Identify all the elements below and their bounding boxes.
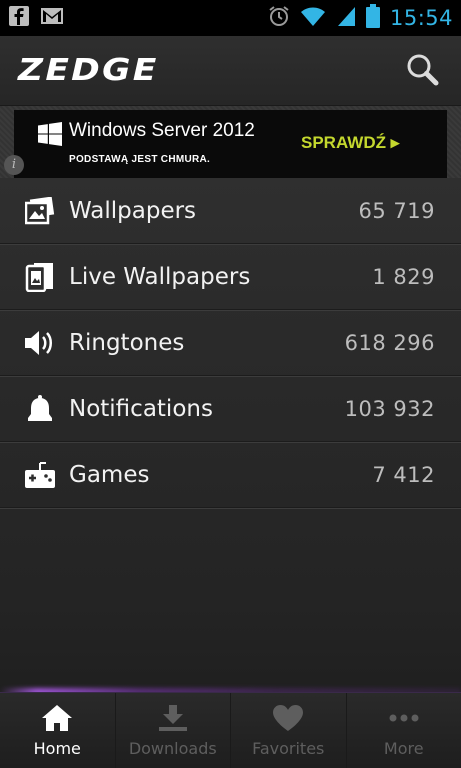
status-bar: 15:54 xyxy=(0,0,461,36)
category-label: Games xyxy=(69,461,150,488)
gamepad-icon xyxy=(24,459,56,491)
category-count: 1 829 xyxy=(372,264,435,289)
app-logo: ZEDGE xyxy=(18,53,159,88)
app-bar: ZEDGE xyxy=(0,36,461,106)
nav-label: Home xyxy=(33,739,81,758)
category-count: 65 719 xyxy=(358,198,435,223)
nav-home[interactable]: Home xyxy=(0,693,116,768)
ad-banner[interactable]: Windows Server 2012 PODSTAWĄ JEST CHMURA… xyxy=(14,110,447,178)
ad-subtitle: PODSTAWĄ JEST CHMURA. xyxy=(69,154,211,165)
status-right: 15:54 xyxy=(268,4,453,32)
category-label: Wallpapers xyxy=(69,197,197,224)
battery-icon xyxy=(365,4,380,32)
category-count: 103 932 xyxy=(344,396,435,421)
alarm-icon xyxy=(268,5,290,31)
category-row-ringtones[interactable]: Ringtones 618 296 xyxy=(0,310,461,376)
ad-cta-button[interactable]: SPRAWDŹ ▸ xyxy=(301,133,399,153)
nav-more[interactable]: More xyxy=(347,693,461,768)
gmail-icon xyxy=(40,6,64,30)
app-root: 15:54 ZEDGE Windows Server 2012 PODSTAWĄ… xyxy=(0,0,461,768)
ad-banner-area: Windows Server 2012 PODSTAWĄ JEST CHMURA… xyxy=(0,106,461,178)
speaker-icon xyxy=(24,327,56,359)
nav-label: Downloads xyxy=(128,739,217,758)
category-row-notifications[interactable]: Notifications 103 932 xyxy=(0,376,461,442)
category-label: Live Wallpapers xyxy=(69,263,251,290)
heart-icon xyxy=(272,703,304,733)
category-row-live-wallpapers[interactable]: Live Wallpapers 1 829 xyxy=(0,244,461,310)
wallpaper-icon xyxy=(24,195,56,227)
nav-favorites[interactable]: Favorites xyxy=(231,693,347,768)
nav-label: Favorites xyxy=(252,739,325,758)
home-icon xyxy=(41,703,73,733)
ad-info-icon[interactable]: i xyxy=(4,155,24,175)
wifi-icon xyxy=(300,5,326,31)
category-row-games[interactable]: Games 7 412 xyxy=(0,442,461,508)
category-row-wallpapers[interactable]: Wallpapers 65 719 xyxy=(0,178,461,244)
nav-label: More xyxy=(383,739,424,758)
category-list: Wallpapers 65 719 Live Wallpapers 1 829 … xyxy=(0,178,461,508)
windows-logo-icon xyxy=(38,122,62,150)
live-wallpaper-icon xyxy=(24,261,56,293)
category-label: Ringtones xyxy=(69,329,185,356)
bell-icon xyxy=(24,393,56,425)
search-icon[interactable] xyxy=(405,52,439,90)
bottom-nav: Home Downloads Favorites More xyxy=(0,692,461,768)
status-left xyxy=(8,5,64,31)
status-time: 15:54 xyxy=(389,6,453,30)
signal-icon xyxy=(336,5,356,31)
ad-title: Windows Server 2012 xyxy=(69,120,255,141)
nav-downloads[interactable]: Downloads xyxy=(116,693,231,768)
download-icon xyxy=(157,703,189,733)
facebook-icon xyxy=(8,5,30,31)
category-label: Notifications xyxy=(69,395,213,422)
more-icon xyxy=(387,703,421,733)
category-count: 618 296 xyxy=(344,330,435,355)
category-count: 7 412 xyxy=(372,462,435,487)
